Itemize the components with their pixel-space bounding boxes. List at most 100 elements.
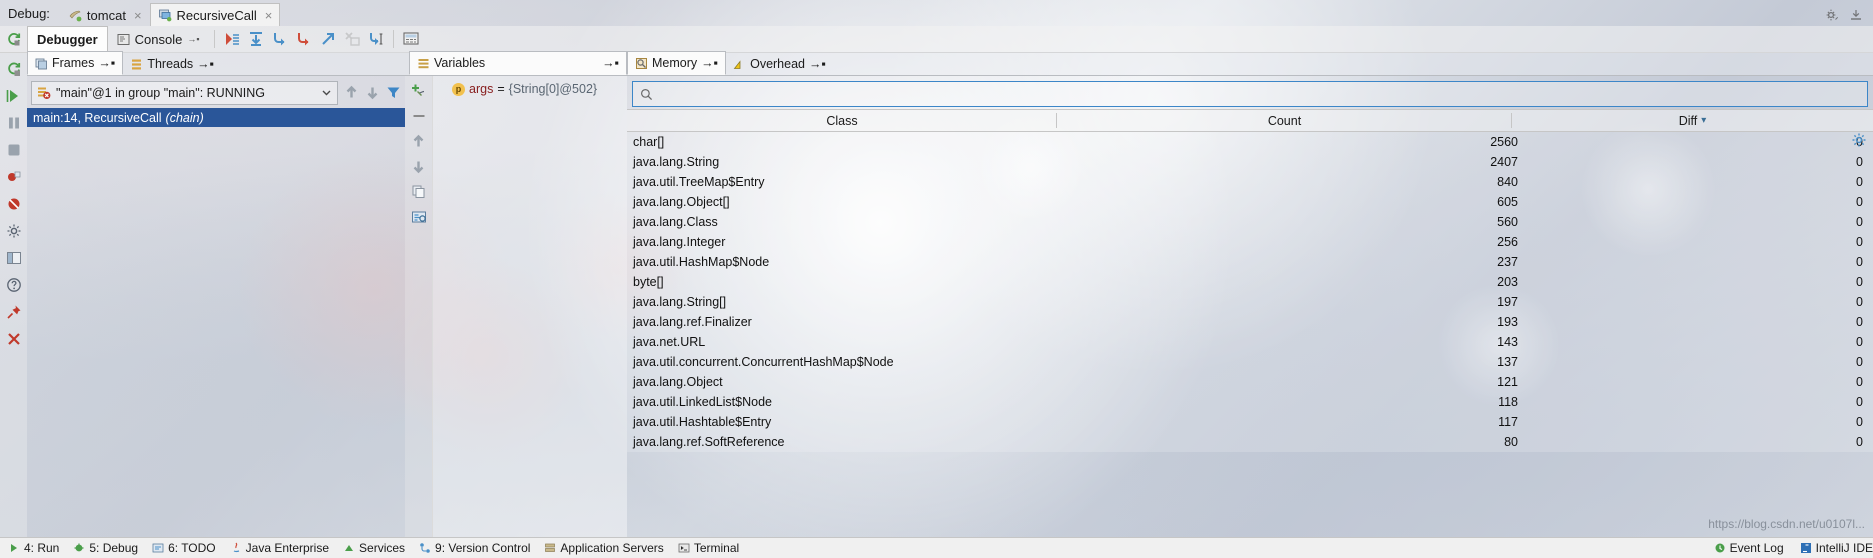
table-row[interactable]: java.lang.ref.SoftReference 80 0	[627, 432, 1873, 452]
help-icon[interactable]	[6, 277, 22, 293]
status-item-intellij-idea[interactable]: IntelliJ IDEA	[1800, 541, 1873, 555]
close-icon[interactable]: ×	[265, 8, 273, 23]
pin-icon[interactable]: →▪	[701, 56, 718, 70]
thread-selector[interactable]: "main"@1 in group "main": RUNNING	[31, 80, 338, 105]
cell-diff: 0	[1856, 295, 1863, 309]
memory-icon	[635, 57, 648, 70]
layout-icon[interactable]	[6, 250, 22, 266]
close-icon[interactable]: ×	[134, 8, 142, 23]
tab-overhead[interactable]: Overhead →▪	[726, 53, 833, 75]
table-row[interactable]: java.lang.String[] 197 0	[627, 292, 1873, 312]
cell-count: 237	[1497, 255, 1518, 269]
tab-variables[interactable]: Variables →▪	[409, 51, 627, 75]
view-breakpoints-icon[interactable]	[6, 169, 22, 185]
table-row[interactable]: java.util.HashMap$Node 237 0	[627, 252, 1873, 272]
table-row[interactable]: java.util.TreeMap$Entry 840 0	[627, 172, 1873, 192]
table-row[interactable]: java.util.LinkedList$Node 118 0	[627, 392, 1873, 412]
frame-up-button[interactable]	[344, 85, 359, 100]
table-row[interactable]: java.lang.Integer 256 0	[627, 232, 1873, 252]
idea-icon	[1800, 543, 1811, 553]
tab-debugger[interactable]: Debugger	[27, 25, 108, 53]
cell-count: 203	[1497, 275, 1518, 289]
resume-program-button[interactable]	[220, 28, 244, 50]
force-step-into-button[interactable]	[292, 28, 316, 50]
table-row[interactable]: java.net.URL 143 0	[627, 332, 1873, 352]
memory-table-body[interactable]: char[] 2560 0 java.lang.String 2407 0 java.uti…	[627, 132, 1873, 452]
filter-frames-button[interactable]	[386, 85, 401, 100]
cell-diff: 0	[1856, 335, 1863, 349]
table-row[interactable]: java.lang.Object 121 0	[627, 372, 1873, 392]
status-item-run[interactable]: 4: Run	[8, 541, 59, 555]
column-header-diff[interactable]: Diff ▾	[1512, 110, 1873, 131]
settings-icon[interactable]	[6, 223, 22, 239]
run-icon	[11, 544, 17, 552]
search-input[interactable]	[659, 86, 1860, 102]
status-item-debug[interactable]: 5: Debug	[73, 541, 138, 555]
tab-threads[interactable]: Threads →▪	[123, 53, 221, 75]
variables-icon	[417, 57, 430, 70]
status-item-version-control[interactable]: 9: Version Control	[419, 541, 530, 555]
pin-icon[interactable]: →▪	[809, 57, 826, 71]
cell-class: java.lang.Class	[633, 215, 718, 229]
status-item-java-enterprise[interactable]: Java Enterprise	[230, 541, 329, 555]
toolbar-separator	[213, 30, 215, 48]
rerun-icon[interactable]	[0, 26, 27, 52]
pin-icon[interactable]: →▪	[197, 57, 214, 71]
tab-console[interactable]: Console →▪	[108, 27, 209, 52]
status-item-terminal[interactable]: Terminal	[678, 541, 739, 555]
table-row[interactable]: java.lang.String 2407 0	[627, 152, 1873, 172]
evaluate-expression-button[interactable]	[399, 28, 423, 50]
tab-frames[interactable]: Frames →▪	[27, 51, 124, 75]
status-item-application-servers[interactable]: Application Servers	[544, 541, 664, 555]
pin-icon[interactable]: →▪	[602, 56, 619, 70]
cell-class: java.util.LinkedList$Node	[633, 395, 772, 409]
step-out-button[interactable]	[316, 28, 340, 50]
search-field-wrapper[interactable]	[632, 81, 1868, 107]
rerun-icon[interactable]	[6, 61, 22, 77]
table-row[interactable]: java.lang.Class 560 0	[627, 212, 1873, 232]
close-icon[interactable]	[6, 331, 22, 347]
pin-icon[interactable]: →▪	[187, 34, 199, 44]
table-row[interactable]: java.util.concurrent.ConcurrentHashMap$N…	[627, 352, 1873, 372]
cell-count: 118	[1498, 395, 1518, 409]
step-into-button[interactable]	[268, 28, 292, 50]
todo-icon	[152, 543, 164, 553]
window-tab-recursivecall[interactable]: RecursiveCall ×	[149, 3, 281, 26]
debug-icon	[74, 543, 84, 552]
drop-frame-button[interactable]	[340, 28, 364, 50]
mute-breakpoints-icon[interactable]	[6, 196, 22, 212]
tab-memory[interactable]: Memory →▪	[627, 51, 727, 75]
table-row[interactable]: java.util.Hashtable$Entry 117 0	[627, 412, 1873, 432]
hide-icon[interactable]	[1849, 8, 1863, 22]
frames-stack-list[interactable]: main:14, RecursiveCall (chain)	[27, 108, 405, 127]
vcs-icon	[420, 543, 430, 553]
cell-diff: 0	[1856, 215, 1863, 229]
gear-icon[interactable]	[1851, 132, 1867, 148]
cell-class: java.lang.Object	[633, 375, 723, 389]
frame-down-button[interactable]	[365, 85, 380, 100]
table-row[interactable]: java.lang.ref.Finalizer 193 0	[627, 312, 1873, 332]
column-header-class[interactable]: Class	[627, 110, 1057, 131]
cell-count: 2407	[1490, 155, 1518, 169]
status-item-event-log[interactable]: Event Log	[1714, 541, 1784, 555]
resume-program-icon[interactable]	[6, 88, 22, 104]
step-over-button[interactable]	[244, 28, 268, 50]
table-row[interactable]: char[] 2560 0	[627, 132, 1873, 152]
stop-icon[interactable]	[6, 142, 22, 158]
status-item-todo[interactable]: 6: TODO	[152, 541, 216, 555]
table-row[interactable]: java.lang.Object[] 605 0	[627, 192, 1873, 212]
settings-icon[interactable]	[1825, 8, 1839, 22]
run-to-cursor-button[interactable]	[364, 28, 388, 50]
column-header-count[interactable]: Count	[1057, 110, 1512, 131]
status-item-services[interactable]: Services	[343, 541, 405, 555]
pin-icon[interactable]	[6, 304, 22, 320]
ide-status-bar: 4: Run 5: Debug 6: TODO Java Enterprise …	[0, 537, 1873, 558]
frame-row[interactable]: main:14, RecursiveCall (chain)	[27, 108, 405, 127]
cell-count: 117	[1498, 415, 1518, 429]
pause-program-icon[interactable]	[6, 115, 22, 131]
memory-search-row	[627, 76, 1873, 147]
table-row[interactable]: byte[] 203 0	[627, 272, 1873, 292]
window-tab-tomcat[interactable]: tomcat ×	[60, 3, 150, 26]
pin-icon[interactable]: →▪	[98, 56, 115, 70]
chevron-down-icon[interactable]	[321, 87, 332, 98]
